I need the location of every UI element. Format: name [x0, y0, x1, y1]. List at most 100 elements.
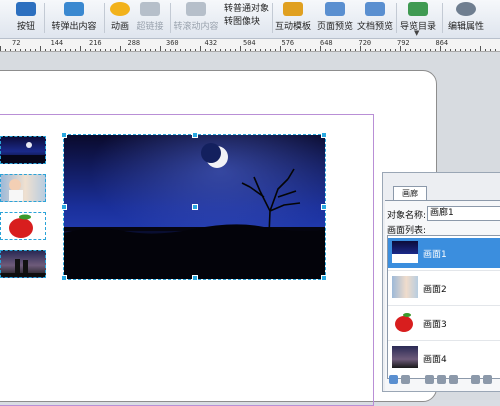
ruler-tick [135, 49, 136, 51]
resize-handle-ne[interactable] [321, 132, 327, 138]
ruler-tick [415, 49, 416, 51]
ruler-tick [410, 49, 411, 51]
document-preview-button[interactable]: 文档预览 [356, 0, 394, 34]
move-down-icon[interactable] [437, 375, 446, 384]
rotate-icon[interactable] [471, 375, 480, 384]
hyperlink-button[interactable]: 超链接 [134, 0, 166, 34]
popup-content-icon [64, 2, 84, 16]
ruler-tick [235, 49, 236, 51]
convert-normal-object-button[interactable]: 转普通对象 [224, 1, 269, 14]
ruler-tick [120, 46, 121, 51]
object-name-label: 对象名称: [387, 211, 427, 221]
ruler-tick [430, 49, 431, 51]
template-icon [283, 2, 303, 16]
ruler-tick [50, 49, 51, 51]
convert-popup-button[interactable]: 转弹出内容 [46, 0, 102, 34]
edit-properties-button[interactable]: 编辑属性 [446, 0, 486, 34]
ruler-tick [465, 49, 466, 51]
resize-handle-center[interactable] [192, 204, 198, 210]
chevron-down-icon[interactable]: ▼ [414, 29, 419, 37]
ruler-number: 720 [358, 39, 372, 47]
add-frame-icon[interactable] [389, 375, 398, 384]
gallery-thumb-3[interactable] [0, 212, 46, 240]
ruler-number: 216 [89, 39, 102, 47]
ruler-tick [165, 49, 166, 51]
ruler-tick [330, 49, 331, 51]
ruler-tick [20, 49, 21, 51]
ruler-tick [245, 49, 246, 51]
ruler-tick [460, 49, 461, 51]
frame-list-toolbar [387, 373, 500, 387]
ruler-tick [315, 49, 316, 51]
list-item-frame-2[interactable]: 画面2 [388, 273, 500, 303]
ruler-tick [305, 49, 306, 51]
ruler-tick [205, 49, 206, 51]
ruler-tick [110, 49, 111, 51]
copy-frame-icon[interactable] [449, 375, 458, 384]
ruler-tick [290, 49, 291, 51]
object-name-field[interactable]: 画廊1 [427, 206, 500, 221]
resize-handle-nw[interactable] [61, 132, 67, 138]
ruler-tick [155, 49, 156, 51]
ruler-tick [445, 49, 446, 51]
ruler-tick [215, 49, 216, 51]
ruler-tick [55, 49, 56, 51]
ruler-tick [470, 49, 471, 51]
list-item-frame-4[interactable]: 画面4 [388, 343, 500, 373]
interactive-template-button[interactable]: 互动模板 [274, 0, 312, 34]
resize-handle-n[interactable] [192, 132, 198, 138]
document-preview-icon [365, 2, 385, 16]
ruler-number: 792 [397, 39, 410, 47]
ruler-tick [175, 49, 176, 51]
ruler-tick [10, 49, 11, 51]
frame-2-thumbnail [392, 276, 418, 298]
gear-icon [456, 2, 476, 16]
move-up-icon[interactable] [425, 375, 434, 384]
delete-frame-icon[interactable] [401, 375, 410, 384]
animation-button[interactable]: 动画 [106, 0, 134, 34]
ruler-tick [260, 49, 261, 51]
page-preview-icon [325, 2, 345, 16]
ruler-tick [15, 49, 16, 51]
list-item-frame-3[interactable]: 画面3 [388, 308, 500, 338]
convert-scroll-button[interactable]: 转滚动内容 [172, 0, 220, 34]
ruler-number: 432 [204, 39, 218, 47]
resize-handle-se[interactable] [321, 275, 327, 281]
ruler-tick [105, 49, 106, 51]
ruler-tick [195, 49, 196, 51]
ruler-tick [310, 49, 311, 51]
ruler-tick [480, 46, 481, 51]
ruler-tick [85, 49, 86, 51]
ruler-tick [160, 46, 161, 51]
resize-handle-s[interactable] [192, 275, 198, 281]
ruler-tick [45, 49, 46, 51]
ruler-tick [170, 49, 171, 51]
ruler-tick [325, 49, 326, 51]
gallery-thumb-1[interactable] [0, 136, 46, 164]
page-preview-button[interactable]: 页面预览 [316, 0, 354, 34]
ruler-tick [345, 49, 346, 51]
gallery-thumb-2[interactable] [0, 174, 46, 202]
tab-gallery[interactable]: 画廊 [393, 186, 427, 200]
ruler-tick [35, 49, 36, 51]
resize-handle-w[interactable] [61, 204, 67, 210]
list-item-frame-1[interactable]: 画面1 [388, 238, 500, 268]
ruler-tick [485, 49, 486, 51]
resize-handle-sw[interactable] [61, 275, 67, 281]
navigation-catalog-icon [408, 2, 428, 16]
ruler-tick [130, 49, 131, 51]
resize-handle-e[interactable] [321, 204, 327, 210]
ruler-tick [225, 49, 226, 51]
button-tool[interactable]: 按钮 [12, 0, 40, 34]
ruler-tick [230, 49, 231, 51]
ruler-tick [190, 49, 191, 51]
ruler-tick [75, 49, 76, 51]
convert-gallery-block-button[interactable]: 转图像块 [224, 14, 260, 27]
star-icon [110, 2, 130, 16]
ruler-tick [250, 49, 251, 51]
ruler-tick [90, 49, 91, 51]
gallery-thumb-4[interactable] [0, 250, 46, 278]
settings-icon[interactable] [483, 375, 492, 384]
ruler-tick [425, 49, 426, 51]
ruler-number: 576 [281, 39, 295, 47]
